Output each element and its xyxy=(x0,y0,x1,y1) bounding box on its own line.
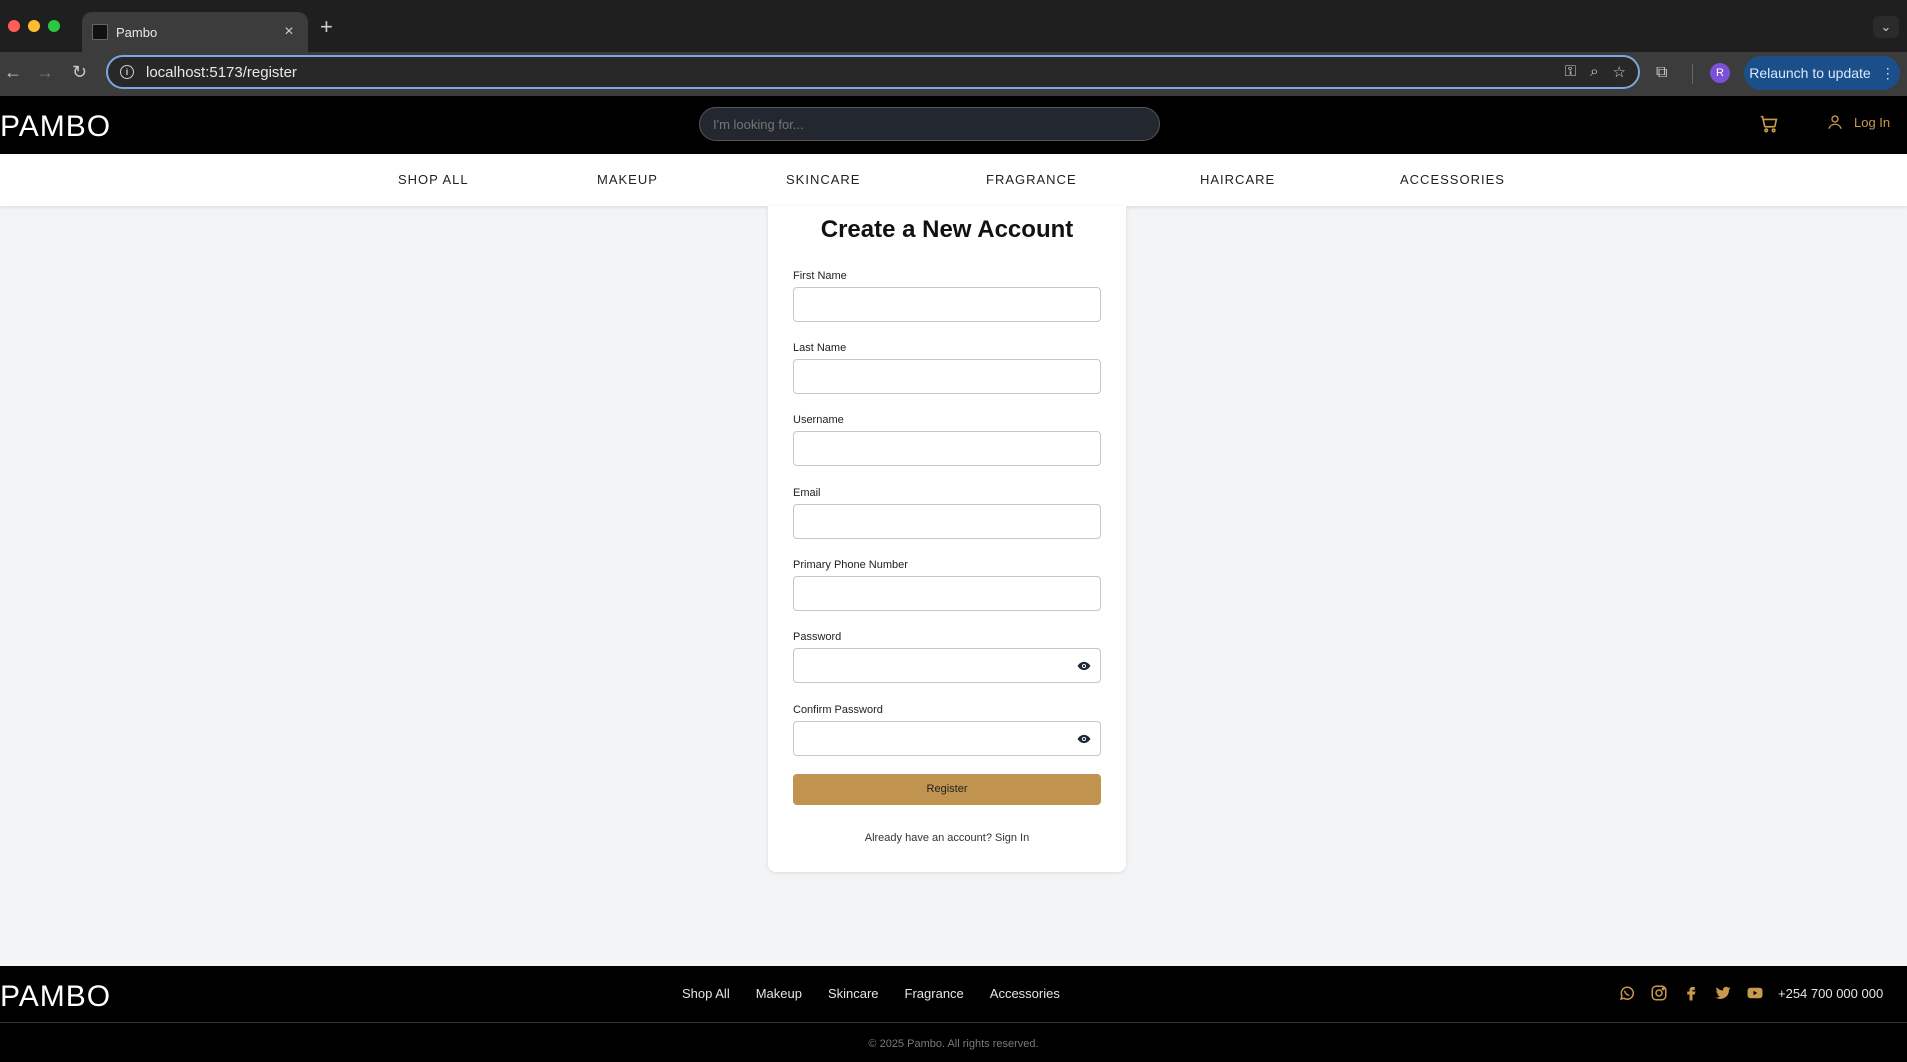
browser-tabstrip: Pambo × + ⌄ xyxy=(0,0,1907,52)
category-nav: SHOP ALL MAKEUP SKINCARE FRAGRANCE HAIRC… xyxy=(0,154,1907,206)
email-field[interactable] xyxy=(793,504,1101,539)
whatsapp-icon[interactable] xyxy=(1618,984,1636,1002)
close-tab-icon[interactable]: × xyxy=(280,23,298,41)
email-label: Email xyxy=(793,487,821,499)
register-card: Create a New Account First Name Last Nam… xyxy=(768,206,1126,872)
youtube-icon[interactable] xyxy=(1746,984,1764,1002)
nav-haircare[interactable]: HAIRCARE xyxy=(1200,172,1275,187)
footer-link-shop-all[interactable]: Shop All xyxy=(682,986,730,1001)
password-key-icon[interactable]: ⚿ xyxy=(1565,63,1576,81)
search-input[interactable] xyxy=(699,107,1160,141)
footer-divider xyxy=(0,1022,1907,1023)
tab-title: Pambo xyxy=(116,24,158,40)
more-menu-icon[interactable]: ⋮ xyxy=(1881,65,1895,82)
username-label: Username xyxy=(793,414,844,426)
copyright-text: © 2025 Pambo. All rights reserved. xyxy=(868,1038,1039,1050)
facebook-icon[interactable] xyxy=(1682,984,1700,1002)
tab-search-chevron-icon[interactable]: ⌄ xyxy=(1873,16,1899,38)
minimize-window-button[interactable] xyxy=(28,20,40,32)
zoom-icon[interactable]: ⌕ xyxy=(1590,63,1598,81)
back-arrow-icon[interactable]: ← xyxy=(4,62,22,83)
confirm-password-field[interactable] xyxy=(793,721,1101,756)
nav-shop-all[interactable]: SHOP ALL xyxy=(398,172,469,187)
url-text[interactable]: localhost:5173/register xyxy=(146,64,297,81)
phone-label: Primary Phone Number xyxy=(793,559,908,571)
profile-avatar[interactable]: R xyxy=(1710,63,1730,83)
nav-fragrance[interactable]: FRAGRANCE xyxy=(986,172,1077,187)
last-name-label: Last Name xyxy=(793,342,847,354)
site-logo[interactable]: PAMBO xyxy=(0,110,111,144)
footer-links: Shop All Makeup Skincare Fragrance Acces… xyxy=(682,986,1060,1001)
address-bar[interactable]: i localhost:5173/register ⚿ ⌕ ☆ xyxy=(106,55,1640,89)
relaunch-label: Relaunch to update xyxy=(1749,65,1871,81)
social-links xyxy=(1618,984,1764,1002)
login-link[interactable]: Log In xyxy=(1826,113,1890,131)
close-window-button[interactable] xyxy=(8,20,20,32)
last-name-field[interactable] xyxy=(793,359,1101,394)
user-icon xyxy=(1828,115,1842,129)
forward-arrow-icon[interactable]: → xyxy=(36,62,54,83)
show-password-eye-icon[interactable] xyxy=(1077,659,1091,673)
footer-logo[interactable]: PAMBO xyxy=(0,980,111,1014)
site-footer: PAMBO Shop All Makeup Skincare Fragrance… xyxy=(0,966,1907,1062)
favicon-icon xyxy=(92,24,108,40)
bookmark-star-icon[interactable]: ☆ xyxy=(1613,63,1626,81)
footer-link-fragrance[interactable]: Fragrance xyxy=(905,986,964,1001)
first-name-field[interactable] xyxy=(793,287,1101,322)
first-name-label: First Name xyxy=(793,270,847,282)
reload-icon[interactable]: ↻ xyxy=(72,62,87,83)
toolbar-divider xyxy=(1692,64,1693,84)
password-label: Password xyxy=(793,631,842,643)
site-info-icon[interactable]: i xyxy=(120,65,134,79)
password-field[interactable] xyxy=(793,648,1101,683)
register-button[interactable]: Register xyxy=(793,774,1101,805)
twitter-icon[interactable] xyxy=(1714,984,1732,1002)
phone-field[interactable] xyxy=(793,576,1101,611)
browser-tab[interactable]: Pambo × xyxy=(82,12,308,52)
page-title: Create a New Account xyxy=(820,216,1074,243)
nav-makeup[interactable]: MAKEUP xyxy=(597,172,658,187)
footer-link-accessories[interactable]: Accessories xyxy=(990,986,1060,1001)
maximize-window-button[interactable] xyxy=(48,20,60,32)
footer-link-skincare[interactable]: Skincare xyxy=(828,986,879,1001)
extensions-icon[interactable]: ⧉ xyxy=(1656,64,1667,82)
new-tab-button[interactable]: + xyxy=(320,14,333,40)
footer-phone: +254 700 000 000 xyxy=(1778,986,1884,1001)
footer-link-makeup[interactable]: Makeup xyxy=(756,986,802,1001)
nav-accessories[interactable]: ACCESSORIES xyxy=(1400,172,1505,187)
relaunch-button[interactable]: Relaunch to update ⋮ xyxy=(1744,56,1900,90)
login-label: Log In xyxy=(1854,114,1891,130)
site-header: PAMBO Log In xyxy=(0,96,1907,154)
confirm-password-label: Confirm Password xyxy=(793,704,883,716)
signin-link[interactable]: Already have an account? Sign In xyxy=(768,832,1126,844)
username-field[interactable] xyxy=(793,431,1101,466)
browser-toolbar: ← → ↻ i localhost:5173/register ⚿ ⌕ ☆ ⧉ … xyxy=(0,52,1907,96)
nav-skincare[interactable]: SKINCARE xyxy=(786,172,860,187)
instagram-icon[interactable] xyxy=(1650,984,1668,1002)
cart-icon[interactable] xyxy=(1758,113,1780,135)
show-confirm-password-eye-icon[interactable] xyxy=(1077,732,1091,746)
